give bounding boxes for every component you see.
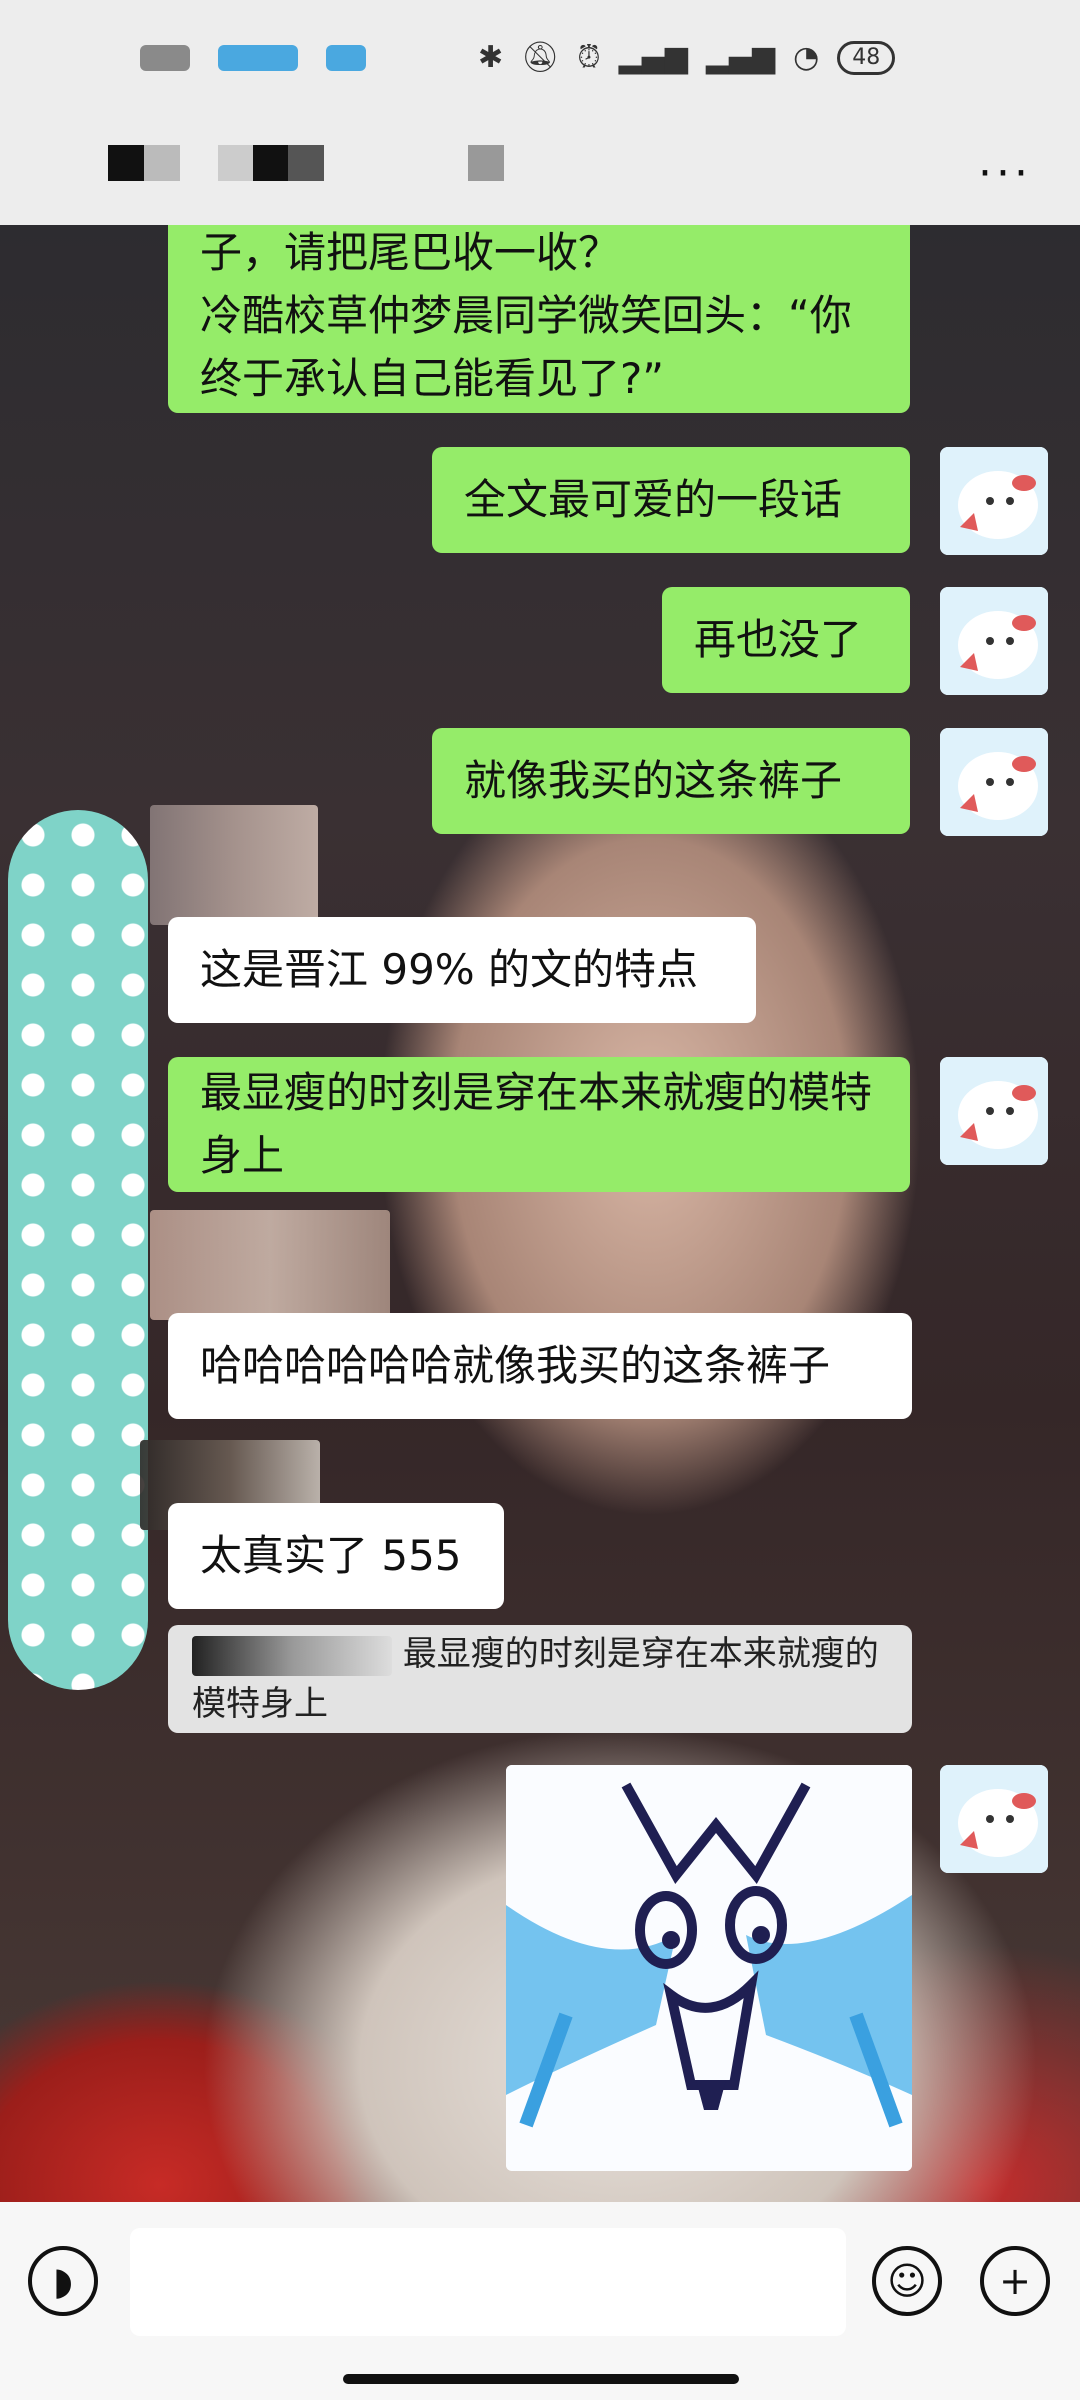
home-indicator[interactable] [343,2374,739,2384]
redacted-avatar [150,805,318,925]
other-avatar-background [8,810,148,1690]
redacted-chat-title [108,145,180,181]
my-message-bubble[interactable]: 就像我买的这条裤子 [432,728,910,834]
cat-avatar-icon [940,728,1048,836]
redacted-chat-title [218,145,324,181]
system-icons: ✱ 🔕︎ ⏰︎ ▂▄▆ ▂▄▆ ◔ 48 [478,40,896,75]
app-notification-icon [326,45,366,71]
redacted-avatar [150,1210,390,1320]
app-notification-icon [140,45,190,71]
their-message-bubble[interactable]: 这是晋江 99% 的文的特点 [168,917,756,1023]
more-options-button[interactable]: ··· [978,148,1032,199]
plus-icon[interactable]: + [980,2246,1050,2316]
my-avatar[interactable] [940,1765,1048,1873]
cat-avatar-icon [940,447,1048,555]
my-message-bubble[interactable]: 全文最可爱的一段话 [432,447,910,553]
cat-avatar-icon [940,1057,1048,1165]
my-message-bubble[interactable]: 再也没了 [662,587,910,693]
their-message-bubble[interactable]: 太真实了 555 [168,1503,504,1609]
cat-avatar-icon [940,1765,1048,1873]
signal-icon: ▂▄▆ [618,40,688,75]
redacted-chat-title [468,145,504,181]
signal-icon: ▂▄▆ [705,40,776,75]
wifi-icon: ◔ [793,40,820,75]
my-avatar[interactable] [940,1057,1048,1165]
emoji-icon[interactable]: ☺ [872,2246,942,2316]
mute-icon: 🔕︎ [521,40,560,75]
their-message-bubble[interactable]: 哈哈哈哈哈哈就像我买的这条裤子 [168,1313,912,1419]
my-message-bubble[interactable]: 最显瘦的时刻是穿在本来就瘦的模特身上 [168,1057,910,1192]
my-avatar[interactable] [940,587,1048,695]
cat-avatar-icon [940,587,1048,695]
voice-icon[interactable]: ◗ [28,2246,98,2316]
chat-area[interactable]: 子，请把尾巴收一收？ 冷酷校草仲梦晨同学微笑回头：“你终于承认自己能看见了?” … [0,225,1080,2202]
battery-indicator: 48 [837,40,896,75]
status-bar: ✱ 🔕︎ ⏰︎ ▂▄▆ ▂▄▆ ◔ 48 [0,0,1080,130]
alarm-icon: ⏰︎ [577,40,601,75]
message-input[interactable] [130,2228,846,2336]
my-avatar[interactable] [940,728,1048,836]
crying-face-icon [506,1765,912,2171]
redacted-quote-author [192,1635,392,1676]
chat-header: ··· [0,130,1080,225]
my-message-bubble[interactable]: 子，请把尾巴收一收？ 冷酷校草仲梦晨同学微笑回头：“你终于承认自己能看见了?” [168,225,910,413]
bluetooth-icon: ✱ [478,40,504,75]
app-notification-icon [218,45,298,71]
notification-icons [140,45,366,71]
quoted-message[interactable]: 最显瘦的时刻是穿在本来就瘦的模特身上 [168,1625,912,1733]
my-avatar[interactable] [940,447,1048,555]
input-bar: ◗ ☺ + [0,2202,1080,2400]
crying-face-sticker[interactable] [506,1765,912,2171]
